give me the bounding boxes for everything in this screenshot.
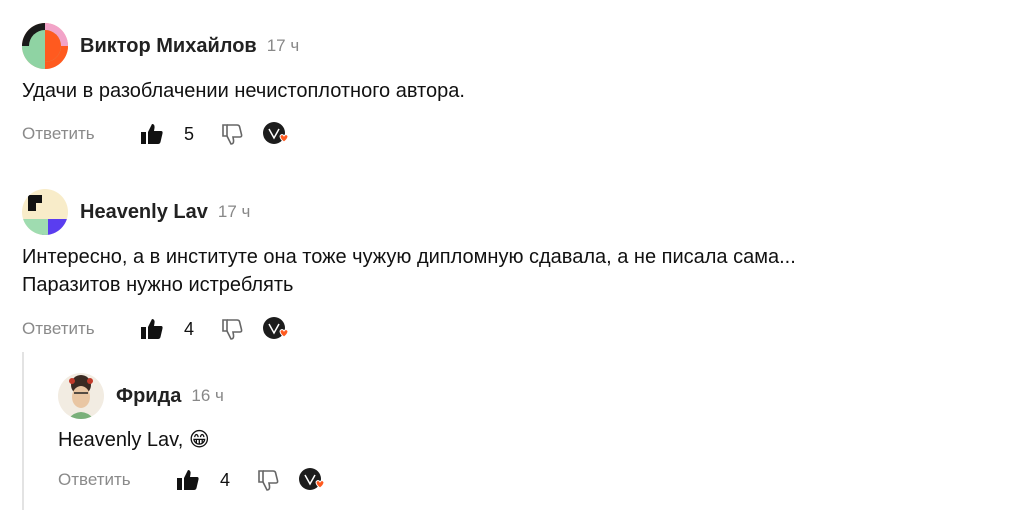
comment-text: Интересно, а в институте она тоже чужую … (22, 243, 1002, 299)
grinning-emoji: 😁 (188, 429, 210, 451)
comment-header: Виктор Михайлов 17 ч (22, 22, 1002, 70)
thread-line (22, 352, 24, 510)
reactions-icon[interactable] (298, 467, 328, 493)
thumbs-down-icon[interactable] (256, 468, 280, 492)
comment-time: 17 ч (266, 36, 300, 55)
avatar[interactable] (22, 23, 68, 69)
reactions-icon[interactable] (262, 121, 292, 147)
like-count: 4 (220, 469, 231, 490)
thumbs-down-icon[interactable] (220, 317, 244, 341)
avatar[interactable] (58, 373, 104, 419)
comment-text-content: Heavenly Lav, (58, 429, 184, 451)
like-count: 5 (184, 123, 195, 144)
comment-actions: Ответить 4 (58, 466, 998, 494)
author-name[interactable]: Виктор Михайлов (80, 35, 257, 58)
thumbs-up-icon[interactable] (140, 122, 164, 146)
comment-actions: Ответить 4 (22, 315, 1002, 343)
comment-text: Heavenly Lav, 😁 (58, 426, 998, 454)
thumbs-up-icon[interactable] (140, 317, 164, 341)
like-count: 4 (184, 318, 195, 339)
reply-comment: Фрида 16 ч Heavenly Lav, 😁 Ответить 4 (58, 372, 998, 494)
comment-text: Удачи в разоблачении нечистоплотного авт… (22, 80, 465, 102)
author-name[interactable]: Фрида (116, 385, 181, 408)
comment-header: Фрида 16 ч (58, 372, 998, 420)
reactions-icon[interactable] (262, 316, 292, 342)
comment-header: Heavenly Lav 17 ч (22, 188, 1002, 236)
thumbs-up-icon[interactable] (176, 468, 200, 492)
comment-time: 17 ч (217, 202, 251, 221)
comment-actions: Ответить 5 (22, 120, 1002, 148)
comment-time: 16 ч (191, 386, 224, 405)
comment-text-line: Интересно, а в институте она тоже чужую … (22, 246, 796, 268)
author-name[interactable]: Heavenly Lav (80, 201, 208, 224)
comment: Виктор Михайлов 17 ч Удачи в разоблачени… (22, 22, 1002, 148)
avatar[interactable] (22, 189, 68, 235)
comment: Heavenly Lav 17 ч Интересно, а в институ… (22, 188, 1002, 343)
reply-button[interactable]: Ответить (22, 124, 140, 144)
reply-button[interactable]: Ответить (22, 319, 140, 339)
reply-button[interactable]: Ответить (58, 470, 176, 490)
comment-text-line: Паразитов нужно истреблять (22, 274, 294, 296)
thumbs-down-icon[interactable] (220, 122, 244, 146)
